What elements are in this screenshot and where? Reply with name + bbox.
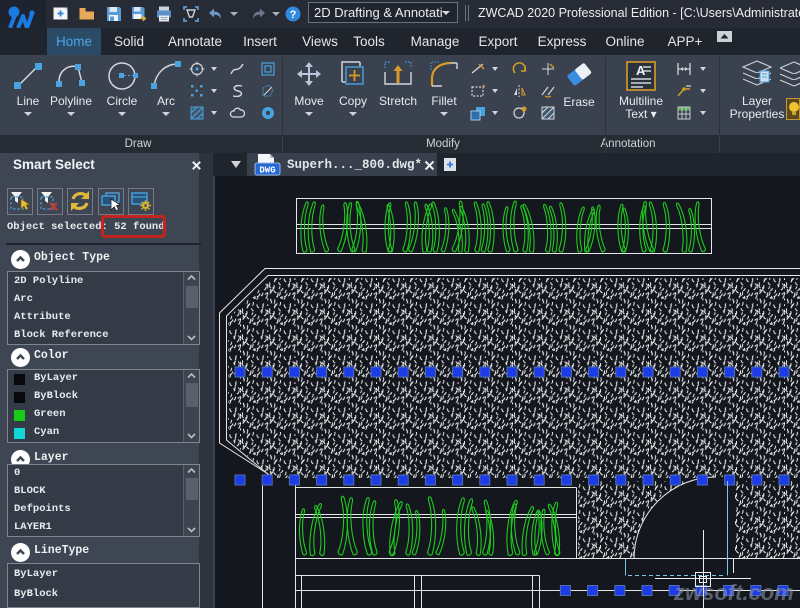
svg-text:zwsoft.com: zwsoft.com <box>673 580 794 605</box>
svg-text:?: ? <box>290 9 297 21</box>
svg-text:DWG: DWG <box>259 166 275 176</box>
